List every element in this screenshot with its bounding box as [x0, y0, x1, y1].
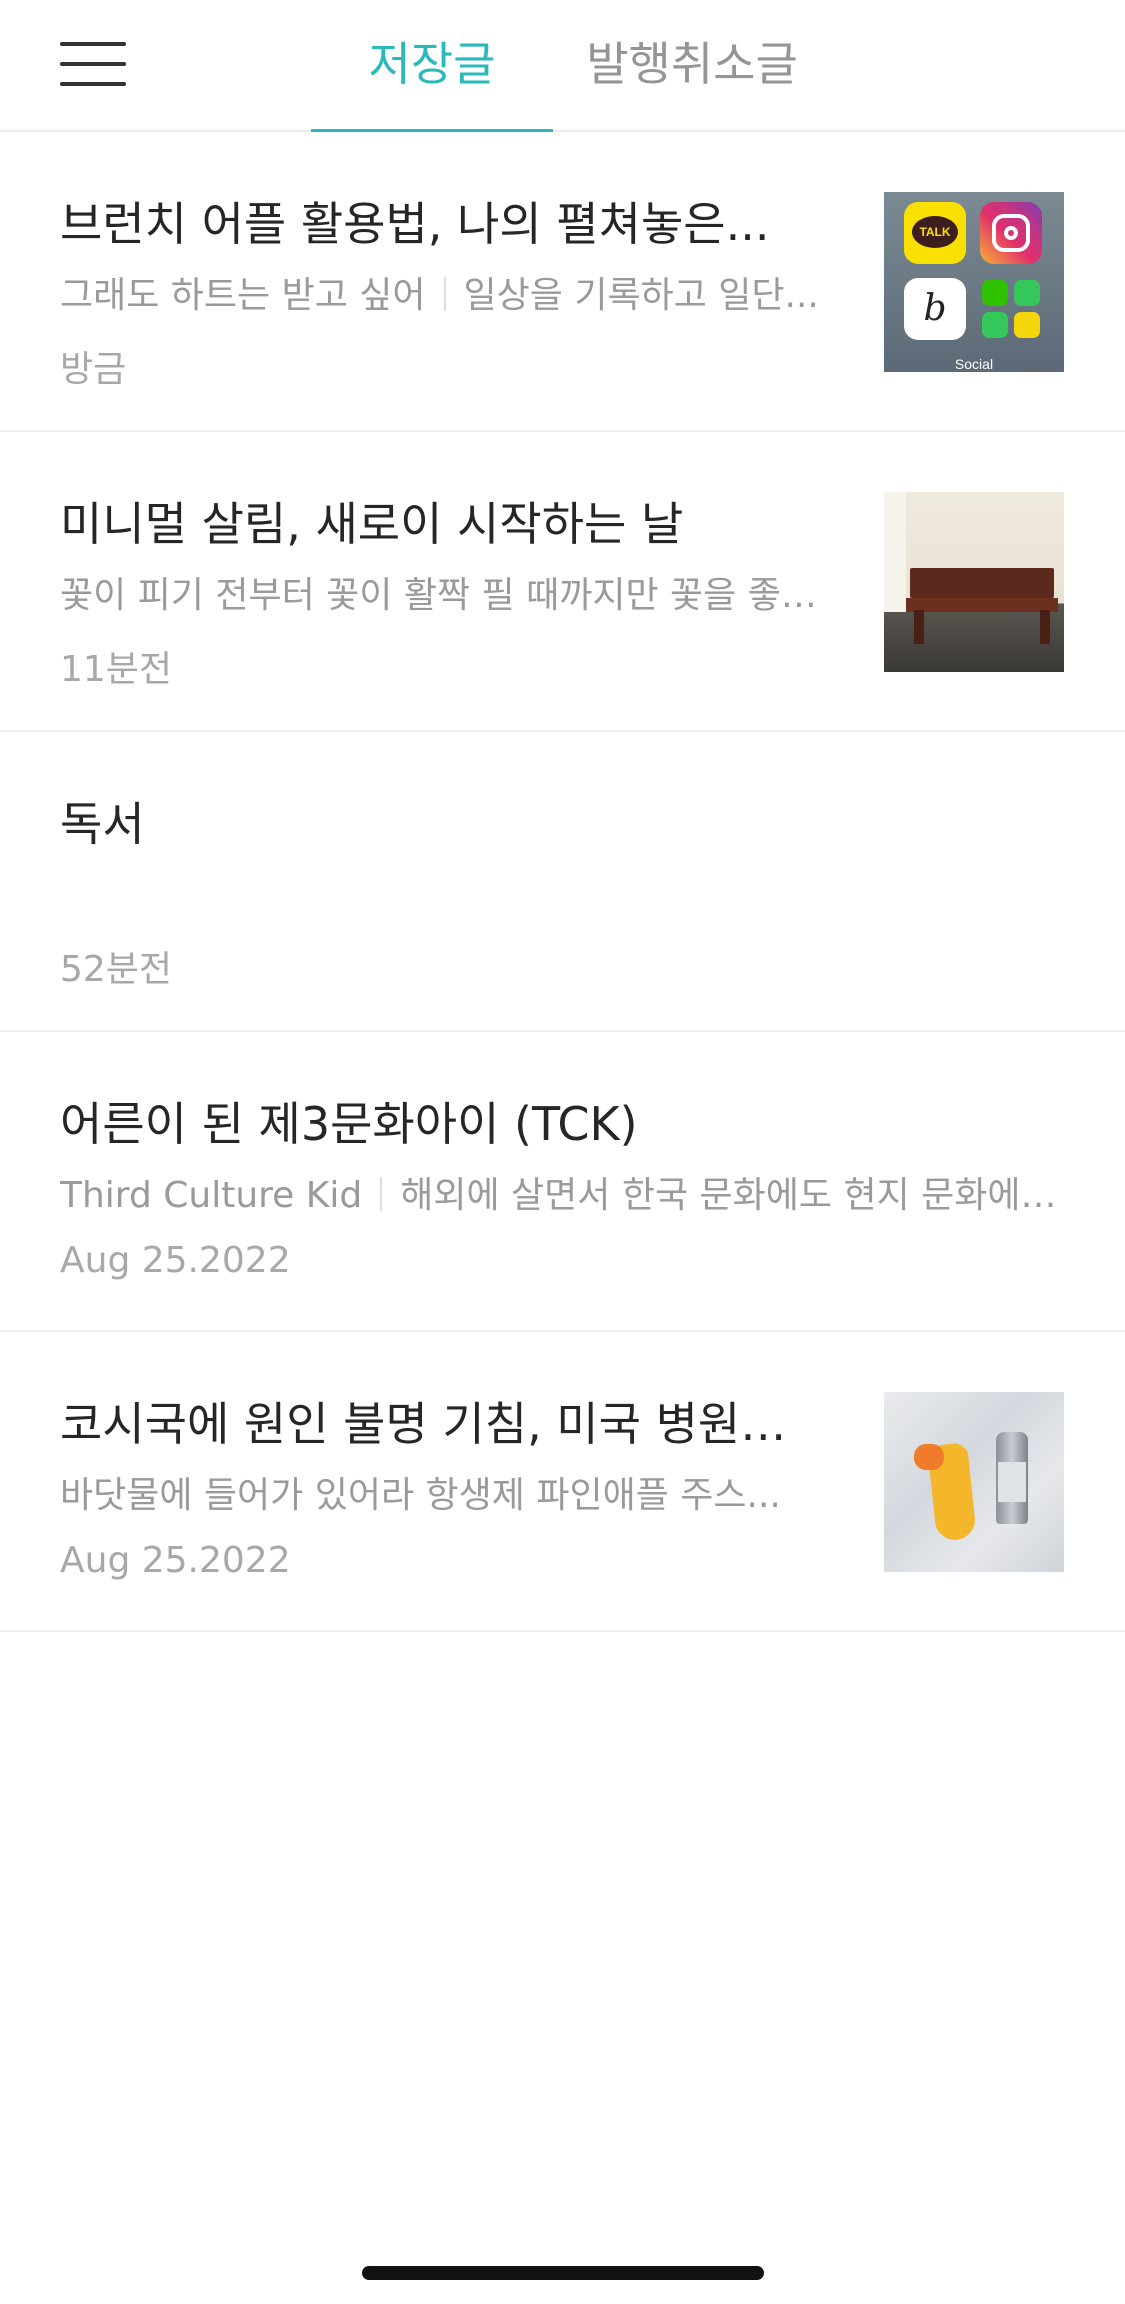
kakaotalk-icon: TALK: [904, 202, 966, 264]
item-title: 코시국에 원인 불명 기침, 미국 병원…: [60, 1397, 787, 1451]
list-item[interactable]: 미니멀 살림, 새로이 시작하는 날 꽃이 피기 전부터 꽃이 활짝 필 때까지…: [0, 432, 1125, 732]
divider: [443, 277, 446, 311]
list-item[interactable]: 독서 52분전: [0, 732, 1125, 1032]
item-excerpt: 바닷물에 들어가 있어라 항생제 파인애플 주스...: [60, 1475, 781, 1516]
item-title: 미니멀 살림, 새로이 시작하는 날: [60, 497, 684, 551]
draft-list: 브런치 어플 활용법, 나의 펼쳐놓은... 그래도 하트는 받고 싶어 일상을 …: [0, 132, 1125, 1632]
item-time: Aug 25.2022: [60, 1540, 291, 1581]
item-title: 어른이 된 제3문화아이 (TCK): [60, 1097, 638, 1151]
divider: [380, 1177, 383, 1211]
inhaler-photo-thumbnail: [884, 1392, 1064, 1572]
top-bar: 저장글 발행취소글: [0, 0, 1125, 132]
item-title: 독서: [60, 797, 145, 851]
item-title: 브런치 어플 활용법, 나의 펼쳐놓은...: [60, 197, 770, 251]
item-time: 방금: [60, 349, 127, 390]
mini-apps-icon: [980, 278, 1042, 340]
bench-photo-thumbnail: [884, 492, 1064, 672]
item-excerpt: 꽃이 피기 전부터 꽃이 활짝 필 때까지만 꽃을 좋…: [60, 575, 817, 616]
item-time: 11분전: [60, 649, 173, 690]
menu-line: [60, 42, 126, 46]
item-time: 52분전: [60, 949, 173, 990]
item-excerpt: 일상을 기록하고 일단...: [463, 275, 819, 316]
instagram-icon: [980, 202, 1042, 264]
tab-unpublished-posts[interactable]: 발행취소글: [572, 0, 812, 132]
app-folder-thumbnail: TALK b Social: [884, 192, 1064, 372]
item-excerpt: 해외에 살면서 한국 문화에도 현지 문화에…: [400, 1175, 1057, 1216]
home-indicator: [362, 2266, 764, 2280]
list-item[interactable]: 코시국에 원인 불명 기침, 미국 병원… 바닷물에 들어가 있어라 항생제 파…: [0, 1332, 1125, 1632]
menu-line: [60, 62, 126, 66]
tab-saved-posts[interactable]: 저장글: [311, 0, 553, 132]
folder-label: Social: [954, 356, 994, 372]
hamburger-menu-icon[interactable]: [58, 38, 128, 90]
item-time: Aug 25.2022: [60, 1240, 291, 1281]
item-subtitle-text: Third Culture Kid: [60, 1175, 363, 1216]
list-item[interactable]: 브런치 어플 활용법, 나의 펼쳐놓은... 그래도 하트는 받고 싶어 일상을 …: [0, 132, 1125, 432]
list-item[interactable]: 어른이 된 제3문화아이 (TCK) Third Culture Kid 해외에 …: [0, 1032, 1125, 1332]
brunch-icon: b: [904, 278, 966, 340]
menu-line: [60, 82, 126, 86]
item-subtitle: Third Culture Kid 해외에 살면서 한국 문화에도 현지 문화에…: [60, 1166, 1065, 1218]
item-subtitle: 그래도 하트는 받고 싶어 일상을 기록하고 일단...: [60, 266, 820, 318]
item-subtitle-text: 그래도 하트는 받고 싶어: [60, 275, 426, 316]
